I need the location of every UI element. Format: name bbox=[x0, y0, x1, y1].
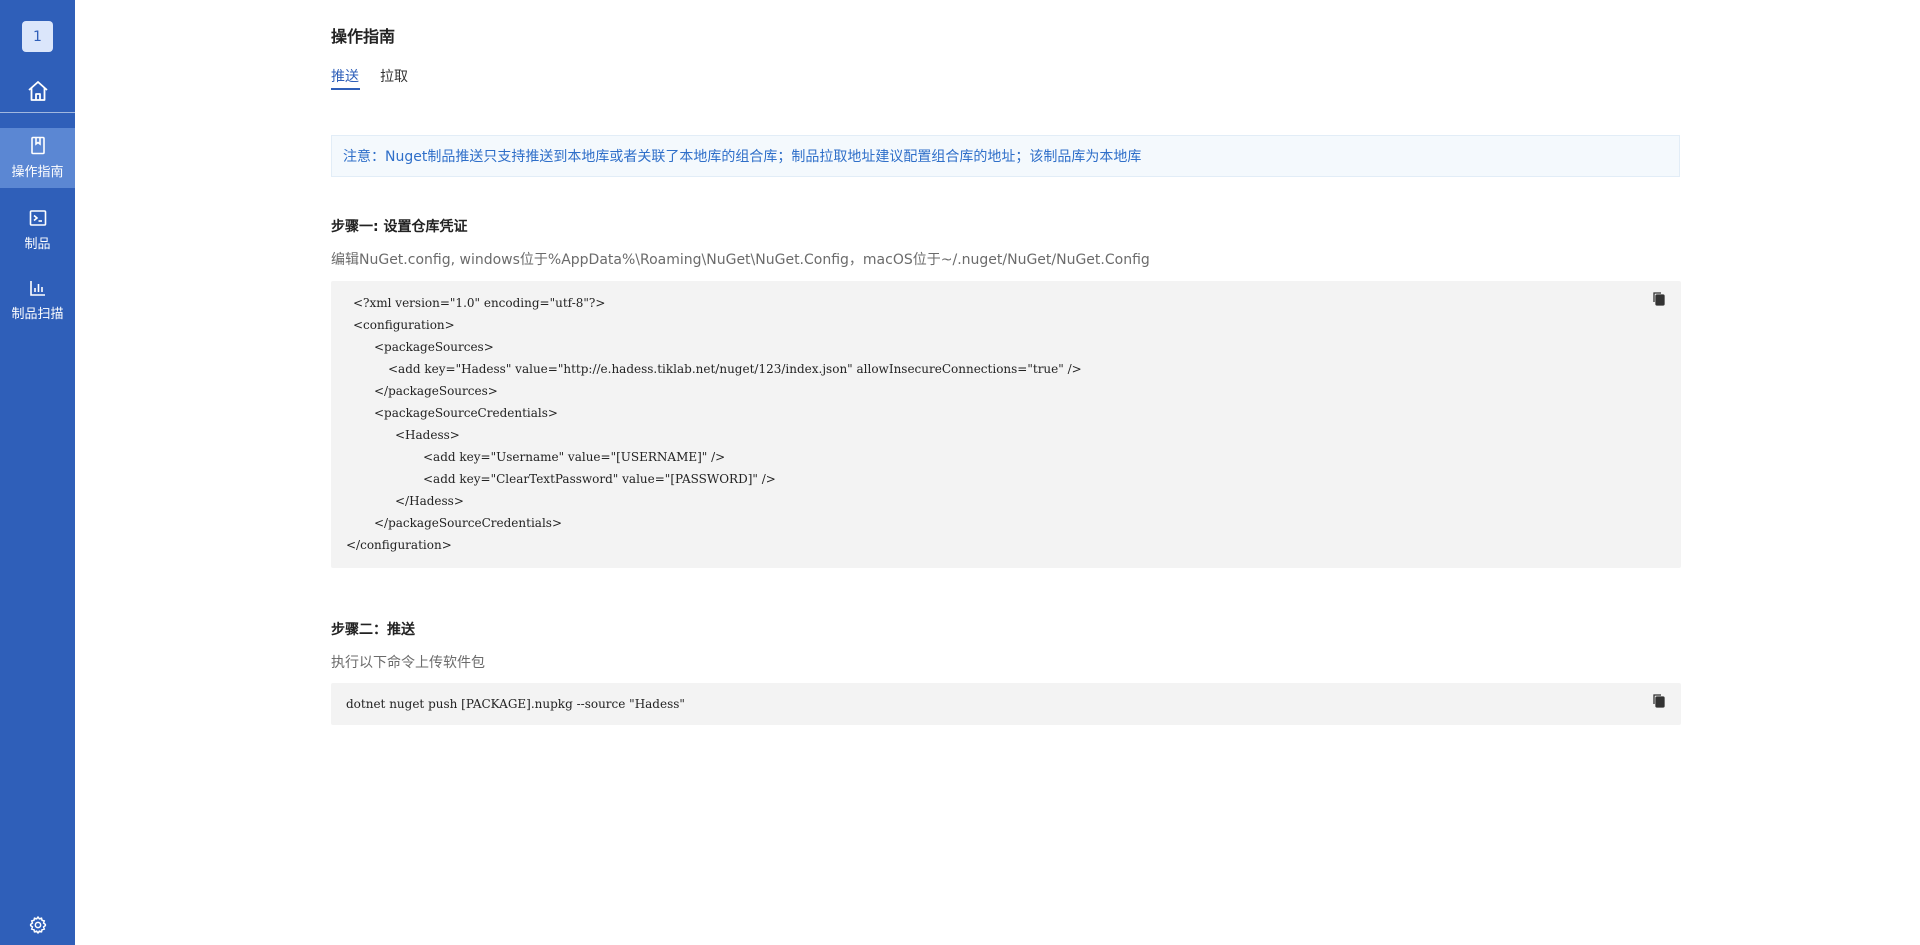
copy-icon[interactable] bbox=[1651, 291, 1667, 307]
tab-label: 推送 bbox=[331, 69, 359, 85]
page-title: 操作指南 bbox=[331, 27, 396, 46]
code-line: <configuration> bbox=[353, 318, 455, 332]
code-line: </packageSources> bbox=[374, 384, 498, 398]
command-code-block[interactable]: dotnet nuget push [PACKAGE].nupkg --sour… bbox=[331, 683, 1681, 725]
sidebar-item-guide[interactable]: 操作指南 bbox=[0, 128, 75, 188]
code-line: <add key="ClearTextPassword" value="[PAS… bbox=[423, 472, 776, 486]
step2-title: 步骤二：推送 bbox=[331, 622, 415, 638]
code-line: <Hadess> bbox=[395, 428, 460, 442]
step1-title: 步骤一: 设置仓库凭证 bbox=[331, 219, 468, 235]
active-tab-indicator bbox=[331, 88, 360, 90]
terminal-icon bbox=[29, 209, 46, 226]
code-line: <packageSourceCredentials> bbox=[374, 406, 558, 420]
sidebar-item-scan[interactable]: 制品扫描 bbox=[0, 270, 75, 330]
tab-pull[interactable]: 拉取 bbox=[380, 66, 408, 86]
code-line: <packageSources> bbox=[374, 340, 494, 354]
config-code-block[interactable]: <?xml version="1.0" encoding="utf-8"?> <… bbox=[331, 281, 1681, 568]
home-button[interactable] bbox=[0, 70, 75, 112]
bar-chart-icon bbox=[29, 280, 45, 296]
sidebar-item-label: 操作指南 bbox=[11, 165, 64, 180]
sidebar-divider bbox=[0, 112, 75, 113]
tab-label: 拉取 bbox=[380, 69, 408, 85]
notice-text: 注意：Nuget制品推送只支持推送到本地库或者关联了本地库的组合库；制品拉取地址… bbox=[343, 149, 1142, 165]
guide-icon bbox=[30, 136, 45, 155]
code-line: </packageSourceCredentials> bbox=[374, 516, 562, 530]
sidebar-item-label: 制品 bbox=[24, 236, 51, 252]
notice-alert: 注意：Nuget制品推送只支持推送到本地库或者关联了本地库的组合库；制品拉取地址… bbox=[331, 135, 1680, 177]
code-line: </Hadess> bbox=[395, 494, 464, 508]
code-line: <add key="Hadess" value="http://e.hadess… bbox=[388, 362, 1082, 376]
repo-avatar[interactable]: 1 bbox=[22, 21, 53, 52]
command-line: dotnet nuget push [PACKAGE].nupkg --sour… bbox=[346, 697, 685, 711]
settings-button[interactable] bbox=[0, 910, 75, 940]
step1-description: 编辑NuGet.config, windows位于%AppData%\Roami… bbox=[331, 252, 1150, 268]
code-line: <?xml version="1.0" encoding="utf-8"?> bbox=[353, 296, 606, 310]
step2-description: 执行以下命令上传软件包 bbox=[331, 655, 485, 671]
gear-icon bbox=[29, 915, 46, 935]
code-line: </configuration> bbox=[346, 538, 452, 552]
tab-push[interactable]: 推送 bbox=[331, 66, 360, 90]
copy-icon[interactable] bbox=[1651, 693, 1667, 709]
code-line: <add key="Username" value="[USERNAME]" /… bbox=[423, 450, 726, 464]
sidebar-item-artifacts[interactable]: 制品 bbox=[0, 200, 75, 260]
sidebar-item-label: 制品扫描 bbox=[11, 306, 64, 322]
home-icon bbox=[27, 81, 48, 101]
sidebar: 1 操作指南 制品 制品扫描 bbox=[0, 0, 75, 945]
